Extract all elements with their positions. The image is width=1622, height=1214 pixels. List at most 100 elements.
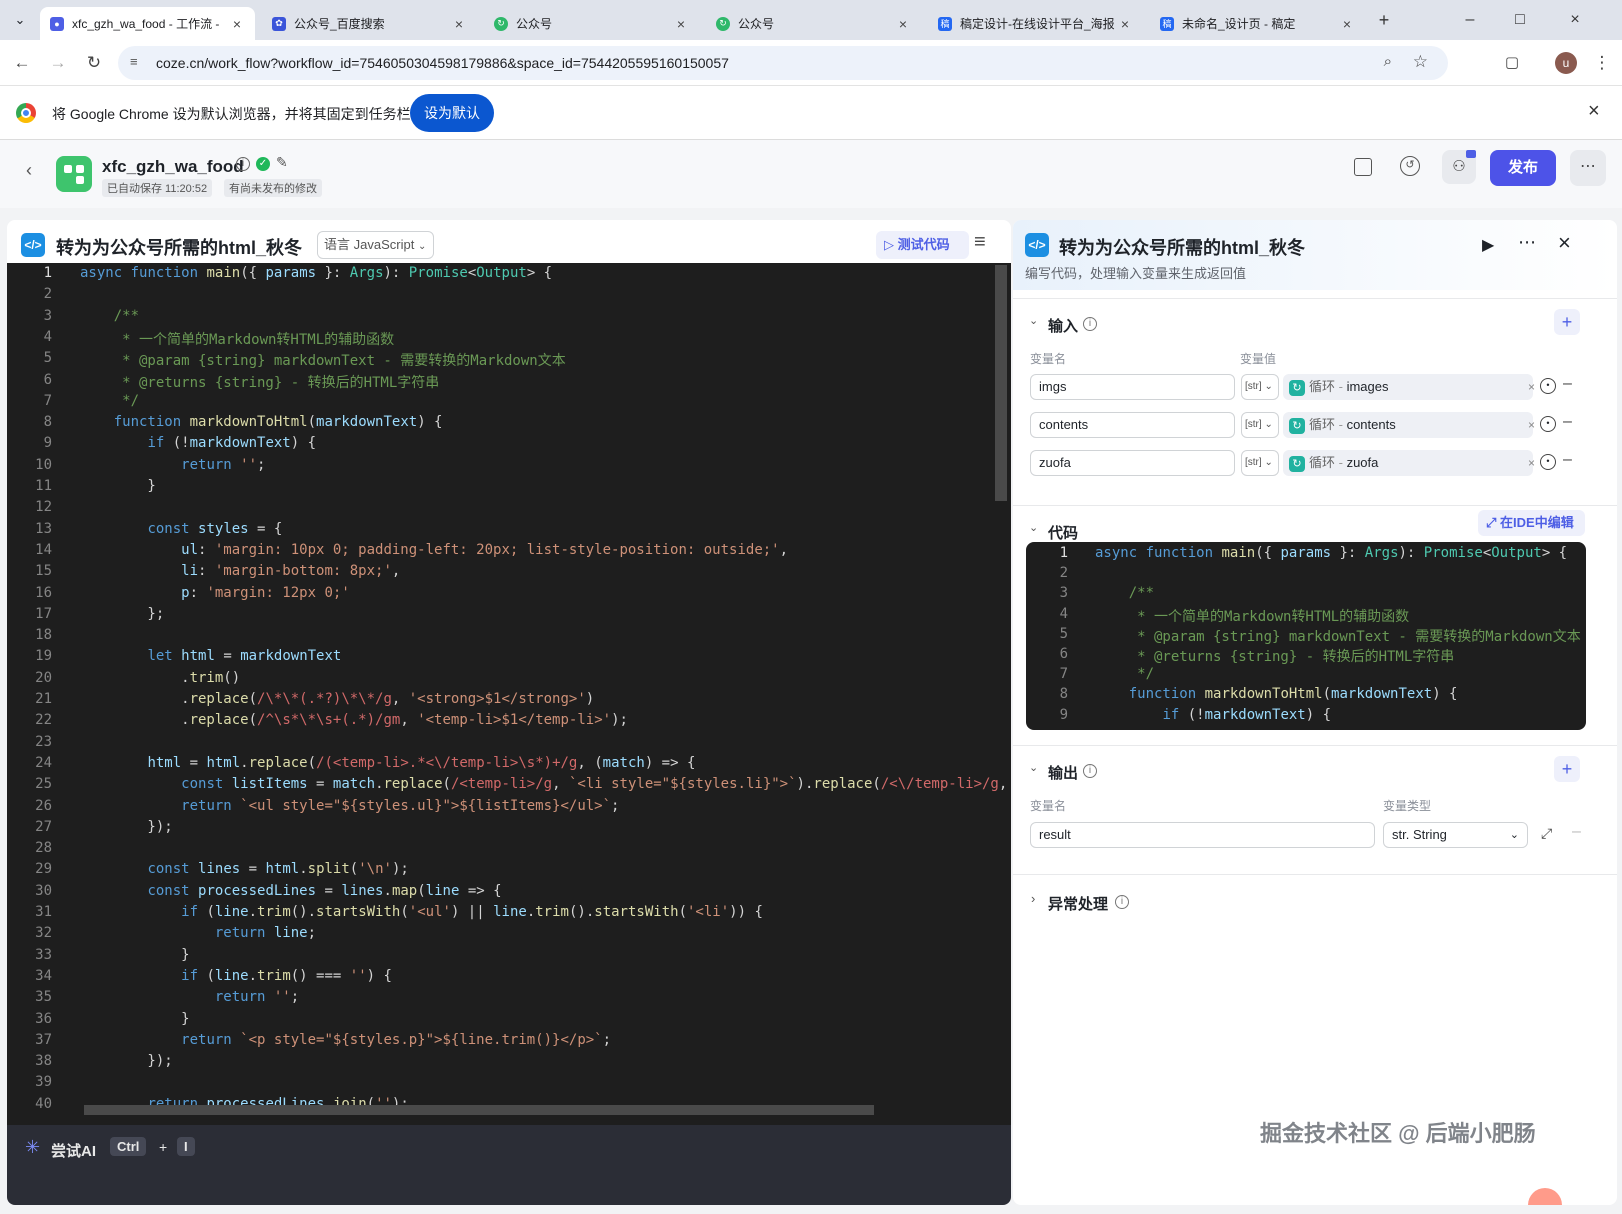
variable-picker-icon[interactable]: • [1540,378,1556,394]
edit-in-ide-button[interactable]: ⤢ 在IDE中编辑 [1478,510,1585,536]
code-line: * @param {string} markdownText - 需要转换的Ma… [1095,628,1581,645]
variable-reference[interactable]: ↻ 循环 - contents × [1283,412,1535,438]
minimize-button[interactable]: – [1455,8,1485,32]
type-select[interactable]: [str] ⌄ [1241,412,1279,438]
line-number: 23 [35,733,52,750]
clear-icon[interactable]: × [1528,412,1535,438]
language-select-value: 语言 JavaScript [324,237,415,252]
zoom-icon[interactable]: ⌕ [1384,53,1392,70]
test-code-button[interactable]: ▷ 测试代码 [876,231,969,259]
line-number: 38 [35,1053,52,1070]
new-tab-button[interactable]: + [1372,8,1396,32]
add-input-button[interactable]: + [1554,309,1580,335]
run-play-icon[interactable]: ▶ [1482,235,1494,255]
input-name-field[interactable]: zuofa [1030,450,1235,476]
browser-tab[interactable]: ↻ 公众号 × [706,7,921,40]
browser-tab[interactable]: ● xfc_gzh_wa_food - 工作流 - × [40,7,255,40]
info-icon[interactable]: i [1115,895,1129,909]
close-panel-icon[interactable]: × [1558,230,1571,256]
code-area[interactable]: 1 2 3 4 5 6 7 8 9 10 11 12 13 14 15 16 17 18 19 20 21 22 23 24 2… [7,263,1011,1125]
language-select[interactable]: 语言 JavaScript ⌄ [317,231,434,259]
info-icon[interactable]: i [236,157,250,171]
history-clock-icon[interactable]: ↺ [1400,156,1420,176]
ref-prefix: 循环 [1309,417,1336,432]
code-line: function markdownToHtml(markdownText) { [113,414,443,431]
type-select[interactable]: [str] ⌄ [1241,374,1279,400]
clear-icon[interactable]: × [1528,374,1535,400]
back-button[interactable]: ← [10,51,34,75]
browser-tab[interactable]: 稿 未命名_设计页 - 稿定 × [1150,7,1365,40]
info-icon[interactable]: i [1083,764,1097,778]
code-line: async function main({ params }: Args): P… [1095,545,1568,561]
add-output-button[interactable]: + [1554,756,1580,782]
line-number: 32 [35,925,52,942]
ref-separator: - [1335,379,1347,394]
variable-reference[interactable]: ↻ 循环 - zuofa × [1283,450,1535,476]
error-handling-title[interactable]: 异常处理 [1048,893,1108,914]
remove-input-icon[interactable]: – [1563,375,1572,393]
tab-close-icon[interactable]: × [1339,16,1355,32]
try-ai-button[interactable]: 尝试AI [51,1140,96,1161]
publish-button[interactable]: 发布 [1490,150,1556,186]
vertical-scrollbar[interactable] [995,265,1007,501]
tab-close-icon[interactable]: × [451,16,467,32]
floating-assistant-avatar[interactable] [1528,1188,1562,1205]
collapse-chevron-icon[interactable]: ⌄ [1029,314,1038,327]
infobar-close-icon[interactable]: × [1588,100,1600,123]
expand-icon[interactable]: ⤢ [1541,825,1552,842]
variable-reference[interactable]: ↻ 循环 - images × [1283,374,1535,400]
output-name-input[interactable]: result [1030,822,1375,848]
code-line: if (!markdownText) { [1162,706,1332,723]
line-number: 37 [35,1031,52,1048]
browser-tab[interactable]: ↻ 公众号 × [484,7,699,40]
code-line: * 一个简单的Markdown转HTML的辅助函数 [80,331,395,348]
expand-chevron-icon[interactable]: › [1031,891,1035,906]
node-more-icon[interactable]: ⋯ [1518,232,1536,253]
back-arrow-icon[interactable]: ‹ [26,160,32,181]
remove-output-icon[interactable]: – [1572,823,1581,841]
close-window-button[interactable]: × [1560,8,1590,32]
maximize-button[interactable]: □ [1505,8,1535,32]
edit-icon[interactable]: ✎ [276,154,288,171]
reload-button[interactable]: ↻ [82,51,106,75]
variable-picker-icon[interactable]: • [1540,416,1556,432]
browser-tab[interactable]: ✿ 公众号_百度搜索 × [262,7,477,40]
extensions-icon[interactable]: ▢ [1500,51,1524,75]
wechat-loop-icon: ↻ [494,16,508,31]
code-preview[interactable]: 1 async function main({ params }: Args): … [1026,542,1586,730]
node-title[interactable]: 转为为公众号所需的html_秋冬 [1059,234,1305,260]
browser-menu-icon[interactable]: ⋮ [1590,51,1614,75]
line-number: 34 [35,967,52,984]
collapse-chevron-icon[interactable]: ⌄ [1029,521,1038,534]
line-number: 8 [1059,686,1068,703]
output-type-select[interactable]: str. String ⌄ [1383,822,1528,848]
info-icon[interactable]: i [1083,317,1097,331]
line-number: 6 [43,371,52,388]
input-name-field[interactable]: imgs [1030,374,1235,400]
clear-icon[interactable]: × [1528,450,1535,476]
tab-close-icon[interactable]: × [1117,16,1133,32]
horizontal-scrollbar[interactable] [84,1105,874,1115]
tab-close-icon[interactable]: × [229,16,245,32]
tab-close-icon[interactable]: × [673,16,689,32]
profile-avatar[interactable]: u [1555,52,1577,74]
copy-icon[interactable] [1354,158,1372,176]
set-default-button[interactable]: 设为默认 [410,94,494,132]
bookmark-star-icon[interactable]: ☆ [1413,52,1428,72]
code-line: return line; [214,925,317,942]
variable-picker-icon[interactable]: • [1540,454,1556,470]
tab-close-icon[interactable]: × [895,16,911,32]
input-name-field[interactable]: contents [1030,412,1235,438]
remove-input-icon[interactable]: – [1563,413,1572,431]
forward-button[interactable]: → [46,51,70,75]
type-select[interactable]: [str] ⌄ [1241,450,1279,476]
more-options-button[interactable]: ⋯ [1570,150,1606,186]
remove-input-icon[interactable]: – [1563,451,1572,469]
browser-tab[interactable]: 稿 稿定设计-在线设计平台_海报 × [928,7,1143,40]
collapse-panel-icon[interactable]: ≡ [974,231,986,254]
address-bar[interactable]: ≡ coze.cn/work_flow?workflow_id=75460503… [118,46,1448,80]
collapse-chevron-icon[interactable]: ⌄ [1029,761,1038,774]
workflow-name: xfc_gzh_wa_food [102,157,244,176]
tab-search-dropdown-icon[interactable]: ⌄ [10,10,30,30]
site-info-icon[interactable]: ≡ [130,54,138,69]
